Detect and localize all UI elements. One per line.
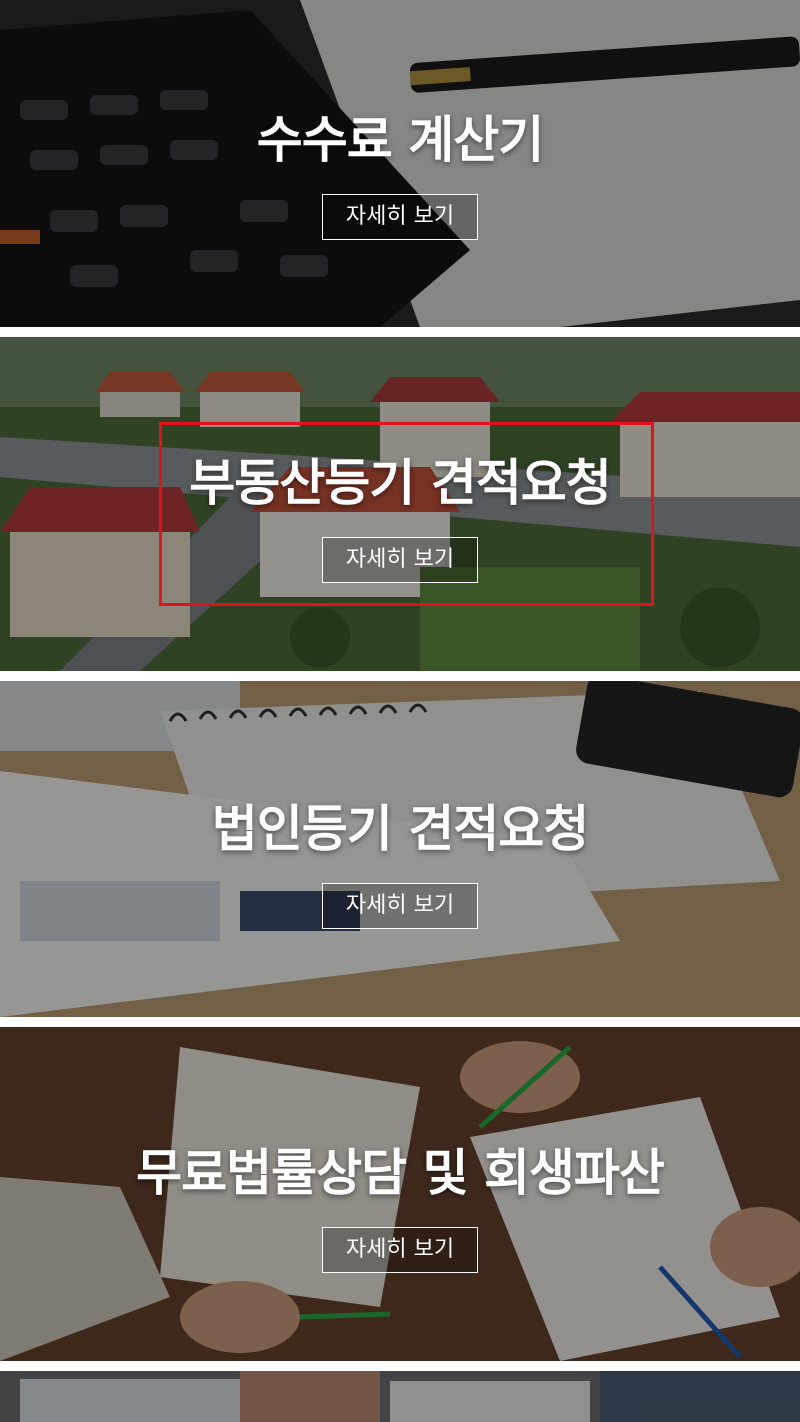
card-content: 법인등기 견적요청 자세히 보기 [0, 789, 800, 929]
view-details-button[interactable]: 자세히 보기 [322, 883, 478, 929]
card-free-legal-consultation[interactable]: 무료법률상담 및 회생파산 자세히 보기 [0, 1027, 800, 1361]
view-details-button[interactable]: 자세히 보기 [322, 1227, 478, 1273]
view-details-button[interactable]: 자세히 보기 [322, 537, 478, 583]
card-corporate-registration-quote[interactable]: 법인등기 견적요청 자세히 보기 [0, 681, 800, 1017]
card-content: 수수료 계산기 자세히 보기 [0, 100, 800, 240]
card-content: 무료법률상담 및 회생파산 자세히 보기 [0, 1133, 800, 1273]
card-title: 부동산등기 견적요청 [189, 454, 611, 512]
card-fee-calculator[interactable]: 수수료 계산기 자세히 보기 [0, 0, 800, 327]
card-title: 수수료 계산기 [256, 111, 544, 169]
card-title: 법인등기 견적요청 [211, 800, 589, 858]
view-details-button[interactable]: 자세히 보기 [322, 194, 478, 240]
card-next-partial[interactable] [0, 1371, 800, 1422]
card-title: 무료법률상담 및 회생파산 [136, 1144, 665, 1202]
card-real-estate-registration-quote[interactable]: 부동산등기 견적요청 자세히 보기 [0, 337, 800, 671]
card-content: 부동산등기 견적요청 자세히 보기 [0, 443, 800, 583]
